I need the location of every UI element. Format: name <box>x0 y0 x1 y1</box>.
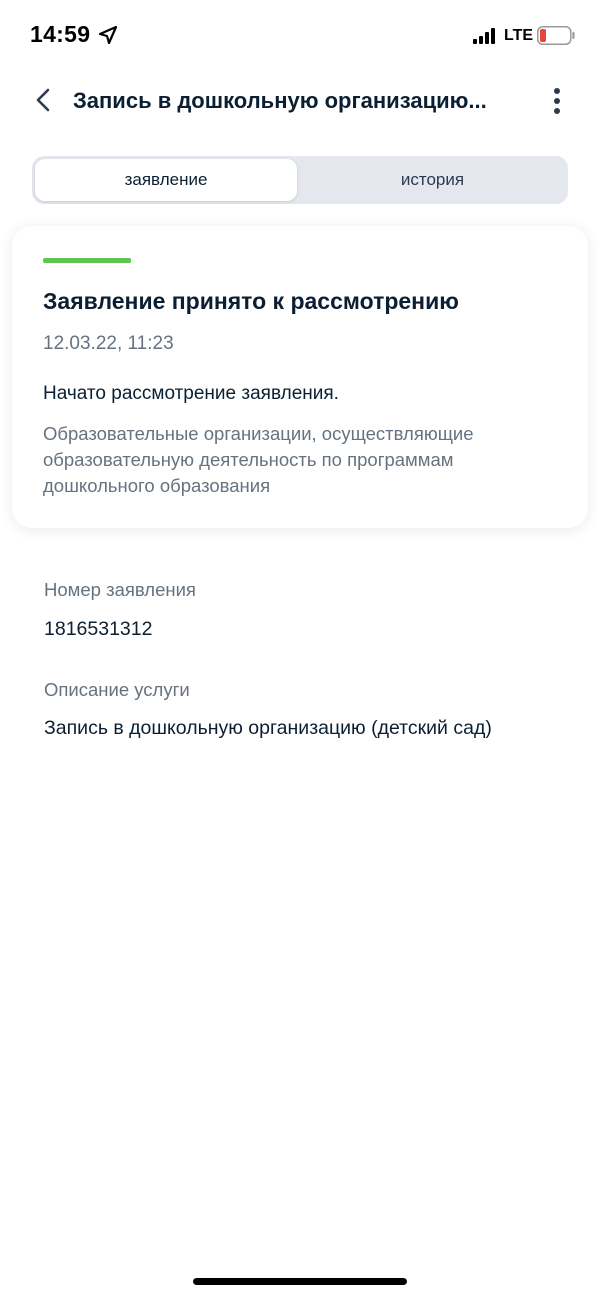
segmented-tabs: заявление история <box>32 156 568 204</box>
status-card: Заявление принято к рассмотрению 12.03.2… <box>12 226 588 528</box>
service-description-value: Запись в дошкольную организацию (детский… <box>44 717 492 739</box>
tab-history[interactable]: история <box>300 159 565 201</box>
status-time: 14:59 <box>30 21 91 47</box>
signal-icon <box>473 28 499 44</box>
status-indicator-stripe <box>43 258 131 263</box>
battery-low-icon <box>537 26 575 45</box>
app-header: Запись в дошкольную организацию... <box>0 72 600 132</box>
location-arrow-icon <box>98 25 118 45</box>
service-description-label: Описание услуги <box>44 679 190 700</box>
home-indicator[interactable] <box>193 1278 407 1285</box>
tab-application[interactable]: заявление <box>35 159 297 201</box>
more-vertical-icon[interactable] <box>543 86 571 116</box>
network-label: LTE <box>504 27 534 44</box>
page-title: Запись в дошкольную организацию... <box>73 88 487 113</box>
organization-description: Образовательные организации, осуществляю… <box>43 423 474 496</box>
application-number-label: Номер заявления <box>44 579 196 600</box>
chevron-left-icon[interactable] <box>30 86 58 114</box>
status-title: Заявление принято к рассмотрению <box>43 288 459 314</box>
status-date: 12.03.22, 11:23 <box>43 333 174 354</box>
application-number-value: 1816531312 <box>44 618 153 640</box>
status-message: Начато рассмотрение заявления. <box>43 383 339 404</box>
status-bar: 14:59 LTE <box>0 0 600 70</box>
